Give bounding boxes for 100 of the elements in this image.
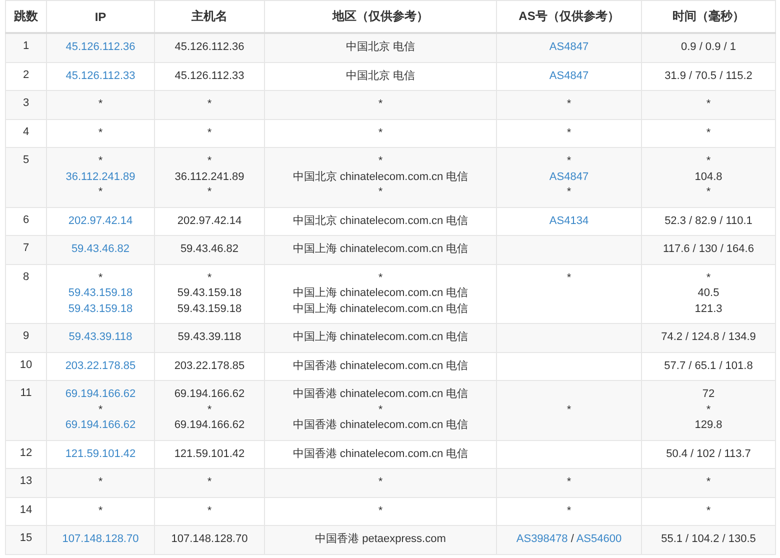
column-header: 跳数 [6, 0, 46, 33]
ip-value: * [98, 126, 103, 138]
latency-value: 0.9 / 0.9 / 1 [680, 41, 736, 53]
hostname: * [207, 186, 212, 198]
region-text: * [378, 98, 383, 110]
hostname: 69.194.166.62 [174, 388, 245, 400]
latency-value: * [706, 186, 711, 198]
hop-number: 8 [22, 270, 30, 282]
as-value: * [566, 404, 572, 416]
region-text: * [378, 186, 383, 198]
as-link[interactable]: AS398478 [516, 533, 568, 545]
as-value: * [566, 98, 572, 110]
hostname: * [207, 504, 212, 516]
region-text: * [378, 155, 383, 167]
hostname: * [207, 404, 212, 416]
latency-value: * [706, 155, 711, 167]
hostname: 59.43.39.118 [178, 331, 242, 343]
hostname: * [207, 272, 212, 284]
ip-link[interactable]: 59.43.159.18 [68, 287, 133, 299]
hop-number: 7 [22, 242, 30, 254]
hostname: 203.22.178.85 [174, 360, 245, 372]
as-value: * [566, 504, 572, 516]
latency-value: 74.2 / 124.8 / 134.9 [661, 331, 756, 343]
hop-number: 11 [20, 387, 32, 399]
hostname: 202.97.42.14 [177, 214, 242, 226]
as-link[interactable]: AS4134 [549, 214, 589, 226]
hop-number: 4 [22, 126, 30, 138]
hostname: * [207, 476, 212, 488]
latency-value: 72 [702, 388, 715, 400]
as-link[interactable]: AS4847 [549, 170, 589, 182]
hostname: 121.59.101.42 [174, 448, 245, 460]
hop-number: 13 [20, 475, 32, 487]
ip-value: * [98, 504, 103, 516]
hop-number: 9 [22, 330, 30, 342]
region-text: 中国香港 chinatelecom.com.cn 电信 [292, 448, 468, 460]
region-text: 中国上海 chinatelecom.com.cn 电信 [292, 287, 468, 299]
region-text: 中国北京 chinatelecom.com.cn 电信 [292, 170, 468, 182]
latency-value: 57.7 / 65.1 / 101.8 [664, 360, 753, 372]
latency-value: 121.3 [694, 302, 722, 314]
region-text: 中国香港 chinatelecom.com.cn 电信 [292, 388, 468, 400]
region-text: * [378, 272, 383, 284]
ip-value: * [98, 272, 103, 284]
latency-value: * [706, 404, 711, 416]
ip-value: * [98, 186, 103, 198]
as-link[interactable]: AS54600 [576, 533, 622, 545]
hostname: 59.43.159.18 [177, 287, 242, 299]
hop-number: 3 [22, 97, 30, 109]
as-value: * [566, 272, 572, 284]
hostname: 45.126.112.36 [174, 41, 244, 53]
ip-link[interactable]: 59.43.159.18 [68, 302, 133, 314]
hop-number: 1 [22, 40, 30, 52]
hostname: 36.112.241.89 [174, 170, 244, 182]
hostname: 59.43.159.18 [177, 302, 242, 314]
hostname: 107.148.128.70 [171, 533, 248, 545]
latency-value: * [706, 476, 711, 488]
hostname: 69.194.166.62 [174, 419, 245, 431]
as-value: * [566, 476, 572, 488]
region-text: * [378, 404, 383, 416]
latency-value: 50.4 / 102 / 113.7 [666, 448, 751, 460]
region-text: 中国北京 电信 [346, 41, 416, 53]
latency-value: 117.6 / 130 / 164.6 [663, 243, 754, 255]
region-text: 中国香港 petaexpress.com [315, 533, 446, 545]
hop-number: 5 [22, 154, 30, 166]
hop-number: 10 [20, 358, 32, 370]
column-header: 时间（毫秒） [642, 0, 776, 33]
hop-number: 14 [20, 504, 32, 516]
latency-value: * [706, 504, 711, 516]
column-header: AS号（仅供参考） [496, 0, 642, 33]
region-text: 中国香港 chinatelecom.com.cn 电信 [292, 419, 468, 431]
region-text: 中国北京 电信 [346, 70, 416, 82]
ip-value: * [98, 404, 103, 416]
latency-value: 31.9 / 70.5 / 115.2 [664, 70, 752, 82]
column-header: 地区（仅供参考） [264, 0, 496, 33]
ip-link[interactable]: 69.194.166.62 [65, 419, 136, 431]
region-text: 中国上海 chinatelecom.com.cn 电信 [292, 302, 468, 314]
latency-value: 52.3 / 82.9 / 110.1 [664, 214, 752, 226]
hostname: 59.43.46.82 [180, 243, 239, 255]
as-value: * [566, 155, 572, 167]
column-header: IP [46, 0, 154, 33]
region-text: 中国北京 chinatelecom.com.cn 电信 [292, 214, 468, 226]
as-link[interactable]: AS4847 [549, 70, 589, 82]
region-text: * [378, 126, 383, 138]
region-text: * [378, 504, 383, 516]
hop-number: 15 [20, 532, 32, 544]
hostname: * [207, 98, 212, 110]
as-value: * [566, 186, 572, 198]
latency-value: 129.8 [694, 419, 722, 431]
as-link[interactable]: AS4847 [549, 41, 589, 53]
as-value: / [570, 533, 575, 545]
column-header: 主机名 [154, 0, 264, 33]
latency-value: * [706, 126, 711, 138]
hop-number: 12 [20, 446, 32, 458]
ip-value: * [98, 476, 103, 488]
hop-number: 2 [22, 68, 30, 80]
latency-value: 40.5 [698, 287, 720, 299]
ip-link[interactable]: 36.112.241.89 [66, 170, 136, 182]
hop-number: 6 [22, 214, 30, 226]
ip-value: * [98, 155, 103, 167]
ip-link[interactable]: 69.194.166.62 [65, 388, 136, 400]
latency-value: 55.1 / 104.2 / 130.5 [661, 533, 756, 545]
